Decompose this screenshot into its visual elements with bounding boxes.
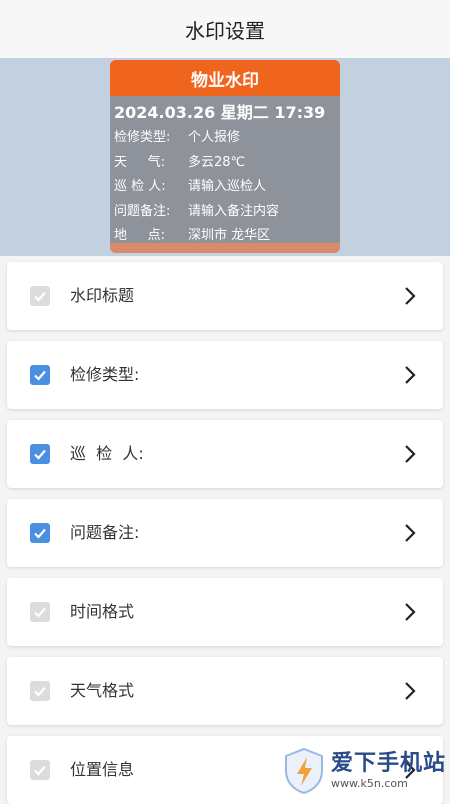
shield-bolt-icon [285,747,323,795]
watermark-row: 巡 检 人: 请输入巡检人 [114,175,336,200]
setting-row-repair-type[interactable]: 检修类型: [7,341,443,409]
check-icon [34,528,46,539]
setting-row-time-format[interactable]: 时间格式 [7,578,443,646]
checkbox-disabled [30,760,50,780]
title-bar: 水印设置 [0,0,450,58]
checkbox-checked[interactable] [30,444,50,464]
checkbox-disabled [30,681,50,701]
watermark-row-key: 巡 检 人: [114,179,166,194]
watermark-row-value: 个人报修 [188,130,241,145]
chevron-right-icon [405,524,416,542]
watermark-preview: 物业水印 2024.03.26 星期二 17:39 检修类型: 个人报修 天 气… [0,58,450,256]
watermark-row: 问题备注: 请输入备注内容 [114,200,336,225]
chevron-right-icon [405,603,416,621]
setting-row-title[interactable]: 水印标题 [7,262,443,330]
setting-label: 时间格式 [70,602,135,621]
setting-label: 位置信息 [70,760,135,779]
chevron-right-icon [405,287,416,305]
site-watermark: 爱下手机站 www.k5n.com [283,742,450,800]
checkbox-disabled [30,286,50,306]
setting-row-remarks[interactable]: 问题备注: [7,499,443,567]
setting-row-inspector[interactable]: 巡 检 人: [7,420,443,488]
chevron-right-icon [405,682,416,700]
watermark-row-key: 天 气: [114,154,166,170]
setting-label: 检修类型: [70,365,140,384]
check-icon [34,686,46,697]
watermark-datetime: 2024.03.26 星期二 17:39 [114,103,326,122]
setting-label: 水印标题 [70,286,135,305]
checkbox-checked[interactable] [30,365,50,385]
site-watermark-url: www.k5n.com [331,777,408,790]
site-watermark-name: 爱下手机站 [331,751,447,776]
check-icon [34,370,46,381]
check-icon [34,607,46,618]
checkbox-checked[interactable] [30,523,50,543]
watermark-row-value: 请输入巡检人 [188,179,267,194]
checkbox-disabled [30,602,50,622]
setting-label: 天气格式 [70,681,135,700]
watermark-row-value: 请输入备注内容 [188,203,280,219]
watermark-row-key: 检修类型: [114,130,171,145]
setting-row-weather-format[interactable]: 天气格式 [7,657,443,725]
watermark-row-value: 多云28℃ [188,154,246,170]
watermark-row: 天 气: 多云28℃ [114,151,336,176]
chevron-right-icon [405,366,416,384]
watermark-card-footer [110,243,340,253]
check-icon [34,291,46,302]
page-title: 水印设置 [185,18,265,43]
setting-label: 巡 检 人: [70,444,144,463]
check-icon [34,449,46,460]
watermark-row: 检修类型: 个人报修 [114,126,336,151]
watermark-card-title: 物业水印 [110,60,340,96]
watermark-card: 物业水印 2024.03.26 星期二 17:39 检修类型: 个人报修 天 气… [110,60,340,253]
check-icon [34,765,46,776]
chevron-right-icon [405,445,416,463]
watermark-row-key: 问题备注: [114,203,171,219]
setting-label: 问题备注: [70,523,140,542]
